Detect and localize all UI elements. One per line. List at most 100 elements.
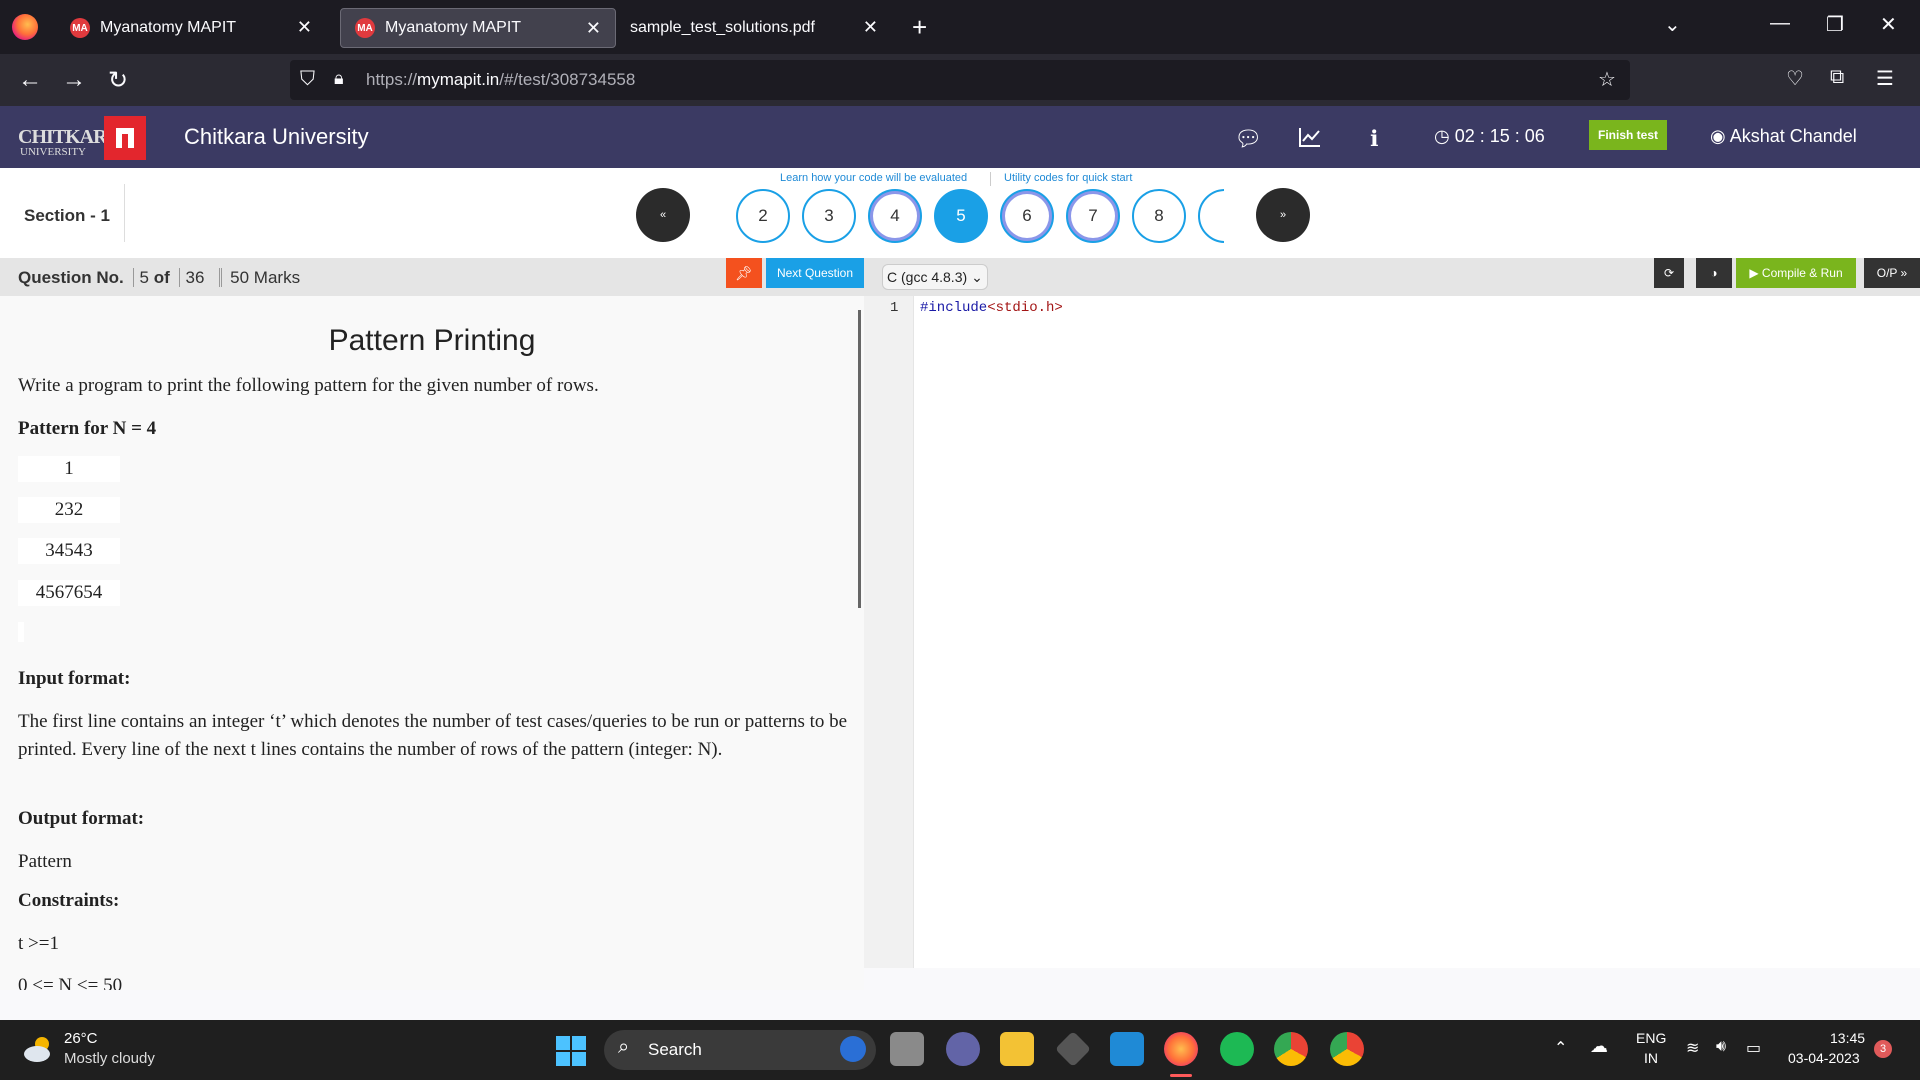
question-3-button[interactable]: 3	[802, 189, 856, 243]
next-questions-button[interactable]: »	[1256, 188, 1310, 242]
extensions-puzzle-icon[interactable]: ⧉	[1830, 66, 1844, 89]
windows-taskbar: 26°C Mostly cloudy ⌕ Search ⌃ ☁ ENG IN ≋…	[0, 1020, 1920, 1080]
firefox-icon[interactable]	[12, 14, 38, 40]
tab-mapit-2[interactable]: MA Myanatomy MAPIT ✕	[340, 8, 616, 48]
chrome-icon[interactable]	[1274, 1032, 1308, 1066]
pattern-row-empty	[18, 622, 24, 642]
constraints-heading: Constraints:	[18, 890, 120, 911]
cloud-weather-icon[interactable]	[22, 1034, 56, 1064]
chrome-profile-icon[interactable]	[1330, 1032, 1364, 1066]
pattern-row: 34543	[18, 538, 120, 564]
code-editor[interactable]: 1 #include<stdio.h>	[864, 296, 1920, 968]
input-format-heading: Input format:	[18, 668, 131, 689]
tab-title: Myanatomy MAPIT	[100, 19, 237, 36]
chevron-down-icon: ⌄	[971, 268, 983, 285]
evaluation-help-link[interactable]: Learn how your code will be evaluated	[780, 172, 967, 184]
question-number-label: Question No. 5 of 36 50 Marks	[18, 268, 301, 287]
output-toggle-button[interactable]: O/P »	[1864, 258, 1920, 288]
pin-icon[interactable]: 📌︎	[726, 258, 762, 288]
info-icon[interactable]: ℹ︎	[1370, 126, 1378, 152]
question-scrollbar[interactable]	[858, 310, 861, 608]
close-tab-icon[interactable]: ✕	[586, 18, 601, 39]
close-tab-icon[interactable]: ✕	[297, 17, 312, 38]
analytics-chart-icon[interactable]	[1298, 126, 1322, 154]
question-number: 7	[1071, 194, 1115, 238]
code-line[interactable]: #include<stdio.h>	[920, 300, 1063, 316]
firefox-taskbar-icon[interactable]	[1164, 1032, 1198, 1066]
reload-icon[interactable]: ↻	[108, 66, 128, 95]
task-view-icon[interactable]	[890, 1032, 924, 1066]
tab-mapit-1[interactable]: MA Myanatomy MAPIT ✕	[56, 8, 326, 48]
clock-date[interactable]: 03-04-2023	[1788, 1050, 1860, 1066]
shield-icon[interactable]: ⛉	[300, 68, 315, 91]
chat-icon[interactable]: 💬︎	[1234, 126, 1262, 152]
question-6-button[interactable]: 6	[1000, 189, 1054, 243]
tab-title: sample_test_solutions.pdf	[630, 19, 815, 36]
file-explorer-icon[interactable]	[1000, 1032, 1034, 1066]
onedrive-cloud-icon[interactable]: ☁	[1590, 1036, 1608, 1057]
logo-emblem-icon	[104, 116, 146, 160]
user-avatar-icon: ◉	[1710, 126, 1730, 146]
back-arrow-icon[interactable]: ←	[18, 66, 42, 94]
pattern-row: 4567654	[18, 580, 120, 606]
app-icon[interactable]	[1054, 1030, 1092, 1068]
question-navigator: Section - 1 Learn how your code will be …	[0, 168, 1920, 258]
question-7-button[interactable]: 7	[1066, 189, 1120, 243]
address-bar[interactable]: ⛉ 🔒︎ https://mymapit.in/#/test/308734558…	[290, 60, 1630, 100]
new-tab-plus-icon[interactable]: +	[912, 12, 927, 43]
restore-icon[interactable]: ❐	[1826, 12, 1844, 37]
browser-tab-bar: MA Myanatomy MAPIT ✕ MA Myanatomy MAPIT …	[0, 0, 1920, 54]
input-format-text: The first line contains an integer ‘t’ w…	[18, 711, 848, 760]
question-info-bar: Question No. 5 of 36 50 Marks 📌︎ Next Qu…	[0, 258, 864, 296]
vscode-icon[interactable]	[1110, 1032, 1144, 1066]
bookmark-star-icon[interactable]: ☆	[1598, 67, 1616, 92]
question-5-button[interactable]: 5	[934, 189, 988, 243]
clock-icon: ◷	[1434, 126, 1455, 146]
question-4-button[interactable]: 4	[868, 189, 922, 243]
forward-arrow-icon[interactable]: →	[62, 66, 86, 94]
spotify-icon[interactable]	[1220, 1032, 1254, 1066]
weather-condition: Mostly cloudy	[64, 1050, 155, 1067]
notification-badge[interactable]: 3	[1874, 1040, 1892, 1058]
divider	[990, 172, 991, 186]
question-number: 6	[1005, 194, 1049, 238]
windows-start-icon[interactable]	[556, 1036, 586, 1066]
menu-hamburger-icon[interactable]: ☰	[1876, 66, 1894, 91]
weather-temperature: 26°C	[64, 1030, 98, 1047]
compile-run-button[interactable]: ▶ Compile & Run	[1736, 258, 1856, 288]
input-language-line1[interactable]: ENG	[1636, 1030, 1666, 1046]
show-hidden-icons-chevron-icon[interactable]: ⌃	[1554, 1038, 1567, 1058]
battery-icon[interactable]: ▭	[1746, 1038, 1761, 1058]
reset-code-icon[interactable]: ⟳	[1654, 258, 1684, 288]
taskbar-search[interactable]: ⌕ Search	[604, 1030, 876, 1070]
theme-toggle-icon[interactable]: ◑	[1696, 258, 1732, 288]
question-9-partial-button[interactable]	[1198, 189, 1224, 243]
section-label: Section - 1	[24, 206, 110, 225]
browser-nav-bar: ← → ↻ ⛉ 🔒︎ https://mymapit.in/#/test/308…	[0, 54, 1920, 106]
clock-time[interactable]: 13:45	[1830, 1030, 1865, 1046]
next-question-button[interactable]: Next Question	[766, 258, 864, 288]
divider	[124, 184, 125, 242]
question-8-button[interactable]: 8	[1132, 189, 1186, 243]
teams-chat-icon[interactable]	[946, 1032, 980, 1066]
volume-icon[interactable]: 🔊︎	[1716, 1038, 1726, 1056]
pattern-row: 1	[18, 456, 120, 482]
question-panel[interactable]: Pattern Printing Write a program to prin…	[0, 296, 864, 990]
language-select[interactable]: C (gcc 4.8.3) ⌄	[882, 264, 988, 290]
list-all-tabs-chevron-icon[interactable]: ⌄	[1664, 12, 1681, 37]
lock-icon[interactable]: 🔒︎	[334, 68, 344, 89]
input-language-line2[interactable]: IN	[1644, 1050, 1658, 1066]
minimize-icon[interactable]: —	[1770, 12, 1790, 35]
pocket-icon[interactable]: ♡	[1786, 66, 1804, 91]
close-window-icon[interactable]: ✕	[1880, 12, 1897, 37]
utility-codes-link[interactable]: Utility codes for quick start	[1004, 172, 1132, 184]
prev-questions-button[interactable]: «	[636, 188, 690, 242]
tab-pdf[interactable]: sample_test_solutions.pdf ✕	[616, 8, 892, 48]
user-menu[interactable]: ◉ Akshat Chandel	[1710, 126, 1857, 147]
mapit-favicon-icon: MA	[355, 18, 375, 38]
question-2-button[interactable]: 2	[736, 189, 790, 243]
wifi-icon[interactable]: ≋	[1686, 1038, 1699, 1058]
mapit-favicon-icon: MA	[70, 18, 90, 38]
finish-test-button[interactable]: Finish test	[1589, 120, 1667, 150]
close-tab-icon[interactable]: ✕	[863, 17, 878, 38]
